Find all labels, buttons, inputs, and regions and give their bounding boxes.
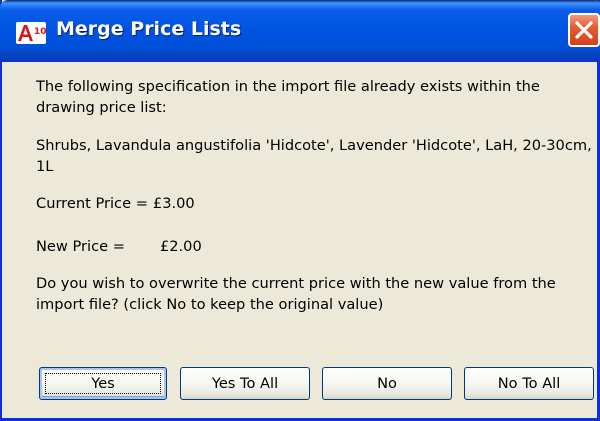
no-to-all-button[interactable]: No To All	[464, 367, 594, 400]
close-button[interactable]	[568, 13, 600, 47]
no-to-all-button-label: No To All	[497, 375, 561, 392]
yes-button[interactable]: Yes	[39, 367, 167, 400]
intro-text: The following specification in the impor…	[36, 78, 540, 116]
specification-text: Shrubs, Lavandula angustifolia 'Hidcote'…	[36, 137, 592, 175]
no-button[interactable]: No	[322, 367, 452, 400]
current-price-label: Current Price =	[36, 195, 148, 212]
close-x-icon	[575, 21, 593, 39]
new-price-value: £2.00	[159, 238, 202, 255]
title-bar[interactable]: 10 Merge Price Lists	[0, 0, 600, 62]
yes-to-all-button[interactable]: Yes To All	[180, 367, 310, 400]
no-button-label: No	[377, 375, 397, 392]
merge-price-lists-dialog: 10 Merge Price Lists The following speci…	[0, 0, 600, 421]
svg-text:10: 10	[34, 27, 46, 37]
autocad-a10-icon: 10	[16, 22, 46, 44]
focus-rectangle	[45, 373, 161, 394]
yes-to-all-button-label: Yes To All	[211, 375, 279, 392]
new-price-label: New Price =	[36, 238, 125, 255]
new-price-row: New Price = £2.00	[36, 236, 596, 257]
question-text: Do you wish to overwrite the current pri…	[36, 275, 556, 313]
current-price-value: £3.00	[152, 195, 195, 212]
current-price-row: Current Price = £3.00	[36, 193, 596, 214]
dialog-title: Merge Price Lists	[56, 18, 242, 40]
